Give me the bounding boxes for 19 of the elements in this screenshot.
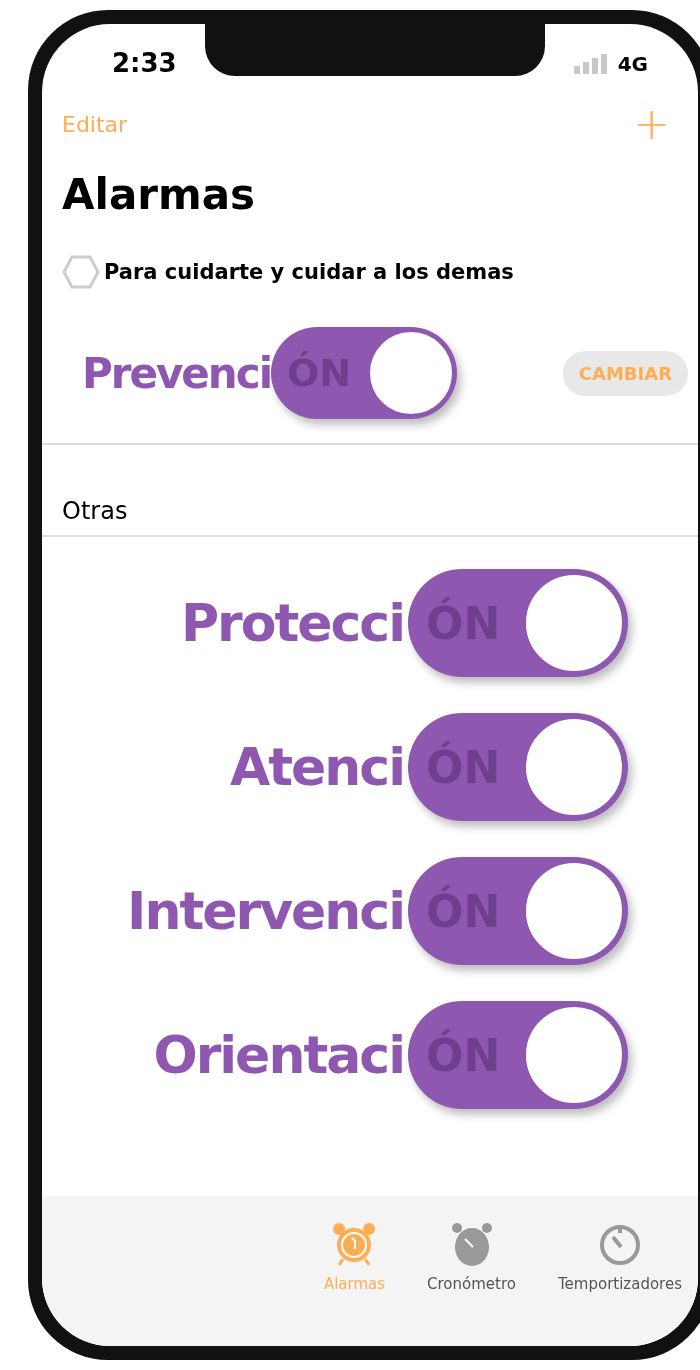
add-button[interactable]: + bbox=[633, 102, 670, 146]
toggle-label: Prevenci bbox=[82, 348, 272, 398]
status-time: 2:33 bbox=[112, 48, 177, 78]
toggle-label: Intervenci bbox=[127, 881, 404, 941]
toggle-label: Atenci bbox=[229, 737, 404, 797]
toggle-label: Orientaci bbox=[153, 1025, 404, 1085]
network-label: 4G bbox=[617, 52, 648, 76]
tab-item[interactable]: Alarmas bbox=[317, 1220, 392, 1310]
section-header: Otras bbox=[42, 497, 698, 537]
tab-item[interactable]: Cronómetro bbox=[421, 1220, 522, 1310]
page-title: Alarmas bbox=[62, 170, 257, 219]
hexagon-icon bbox=[62, 255, 100, 289]
change-button[interactable]: CAMBIAR bbox=[562, 350, 688, 396]
subtitle-text: Para cuidarte y cuidar a los demas bbox=[104, 260, 514, 284]
alarm-clock-icon bbox=[331, 1221, 378, 1267]
signal-icon bbox=[573, 54, 608, 74]
tab-item[interactable]: Temportizadores bbox=[552, 1220, 688, 1310]
toggle-label: Protecci bbox=[180, 593, 404, 653]
edit-button[interactable]: Editar bbox=[62, 111, 128, 137]
